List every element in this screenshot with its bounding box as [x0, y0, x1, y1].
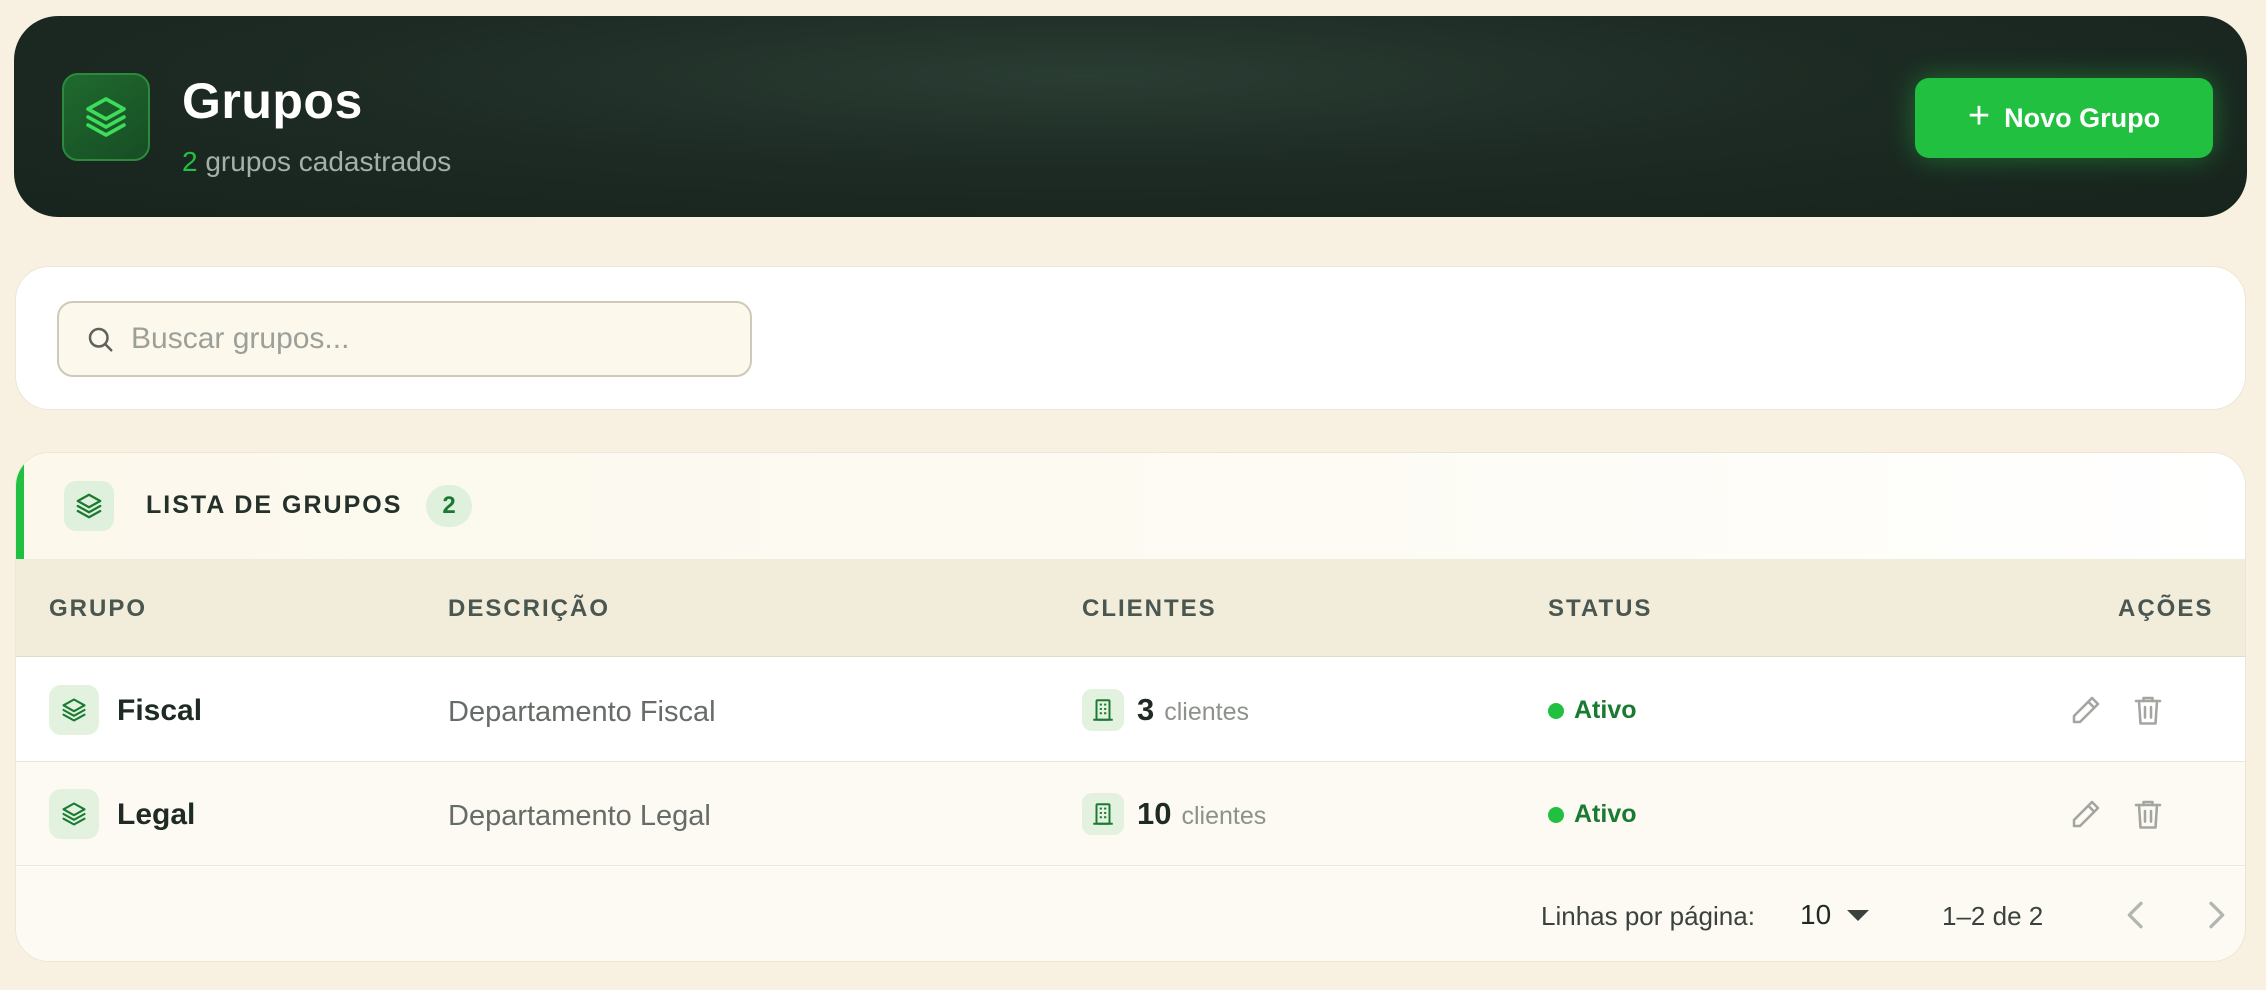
building-icon: [1082, 689, 1124, 731]
table-row[interactable]: Fiscal Departamento Fiscal 3 clientes Ati…: [16, 658, 2245, 762]
search-card: [15, 266, 2246, 410]
rows-per-page-select[interactable]: 10: [1800, 893, 1870, 937]
group-name: Fiscal: [117, 694, 203, 727]
client-count-label: clientes: [1164, 698, 1250, 726]
list-header: LISTA DE GRUPOS 2: [16, 453, 2245, 559]
chevron-left-icon[interactable]: [2116, 895, 2156, 935]
group-description: Departamento Fiscal: [448, 696, 716, 728]
column-header-clients[interactable]: CLIENTES: [1082, 595, 1217, 623]
client-count-label: clientes: [1181, 802, 1267, 830]
group-count: 2: [182, 146, 198, 177]
plus-icon: +: [1967, 95, 1991, 137]
layers-icon: [49, 789, 99, 839]
status-dot-icon: [1548, 806, 1564, 823]
client-count: 3 clientes: [1137, 692, 1249, 728]
rows-per-page-label: Linhas por página:: [1541, 901, 1755, 931]
pagination-range: 1–2 de 2: [1942, 901, 2044, 931]
pagination: Linhas por página: 10 1–2 de 2: [16, 867, 2245, 961]
list-count-badge: 2: [426, 485, 472, 527]
group-count-label: grupos cadastrados: [205, 146, 452, 177]
status-dot-icon: [1548, 702, 1564, 719]
status-label: Ativo: [1574, 800, 1637, 828]
building-icon: [1082, 793, 1124, 835]
layers-icon: [62, 73, 150, 161]
client-count-value: 10: [1137, 796, 1172, 831]
group-description: Departamento Legal: [448, 800, 711, 832]
table-header: GRUPO DESCRIÇÃO CLIENTES STATUS AÇÕES: [16, 559, 2245, 657]
status-badge: Ativo: [1548, 800, 1637, 829]
layers-icon: [64, 481, 114, 531]
column-header-group[interactable]: GRUPO: [49, 595, 147, 623]
chevron-right-icon[interactable]: [2196, 895, 2236, 935]
new-group-button-label: Novo Grupo: [2004, 102, 2161, 133]
column-header-description[interactable]: DESCRIÇÃO: [448, 595, 610, 623]
status-badge: Ativo: [1548, 696, 1637, 725]
new-group-button[interactable]: + Novo Grupo: [1915, 78, 2213, 158]
client-count: 10 clientes: [1137, 796, 1266, 832]
search-icon: [88, 327, 113, 352]
search-input[interactable]: [131, 322, 711, 356]
page-header: Grupos 2 grupos cadastrados + Novo Grupo: [14, 16, 2247, 217]
client-count-value: 3: [1137, 692, 1155, 727]
group-name: Legal: [117, 798, 196, 831]
list-title: LISTA DE GRUPOS: [146, 491, 403, 519]
caret-down-icon: [1847, 909, 1870, 921]
page-title: Grupos: [182, 73, 363, 129]
groups-table-card: LISTA DE GRUPOS 2 GRUPO DESCRIÇÃO CLIENT…: [15, 452, 2246, 962]
column-header-status[interactable]: STATUS: [1548, 595, 1652, 623]
column-header-actions: AÇÕES: [2118, 595, 2214, 622]
search-box[interactable]: [57, 301, 752, 377]
trash-icon[interactable]: [2130, 692, 2166, 728]
trash-icon[interactable]: [2130, 796, 2166, 832]
page-subtitle: 2 grupos cadastrados: [182, 146, 451, 178]
layers-icon: [49, 685, 99, 735]
edit-icon[interactable]: [2068, 692, 2104, 728]
edit-icon[interactable]: [2068, 796, 2104, 832]
rows-per-page-value: 10: [1800, 899, 1832, 930]
table-row[interactable]: Legal Departamento Legal 10 clientes Ativ…: [16, 762, 2245, 866]
status-label: Ativo: [1574, 696, 1637, 724]
